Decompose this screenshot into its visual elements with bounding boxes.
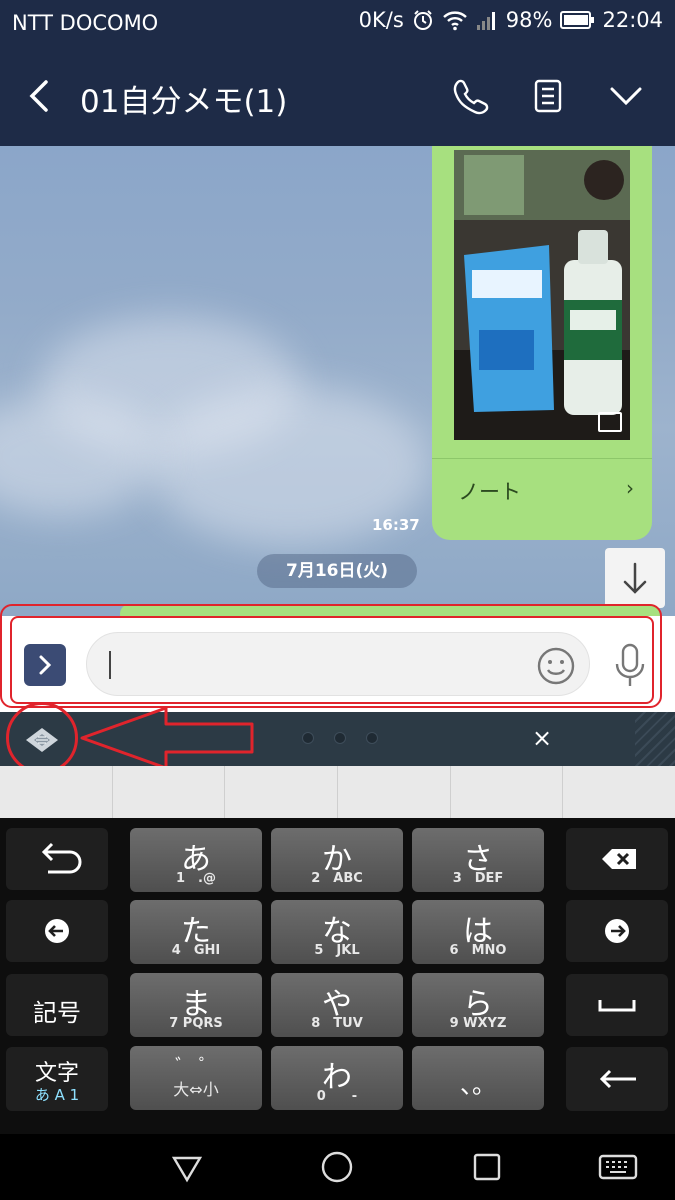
arrow-right-icon xyxy=(605,919,629,943)
recents-square-icon[interactable] xyxy=(470,1150,504,1184)
key-a-sub: 1 .@ xyxy=(176,871,216,886)
chat-area[interactable]: ノート › 16:37 7月16日(火) xyxy=(0,146,675,616)
candidate-slot[interactable] xyxy=(225,766,339,818)
toolbar-decoration xyxy=(635,712,675,766)
key-ya[interactable]: や 8 TUV xyxy=(271,973,403,1037)
note-label[interactable]: ノート xyxy=(458,476,521,506)
signal-icon xyxy=(476,12,495,30)
key-ra[interactable]: ら 9 WXYZ xyxy=(412,973,544,1037)
candidate-slot[interactable] xyxy=(0,766,113,818)
detergent-photo-image xyxy=(454,150,630,440)
key-ya-sub: 8 TUV xyxy=(311,1016,363,1031)
wifi-icon xyxy=(442,11,467,31)
enter-icon xyxy=(599,1069,636,1089)
clock: 22:04 xyxy=(602,8,663,32)
chat-title: 01自分メモ(1) xyxy=(80,84,288,120)
symbols-key-label: 記号 xyxy=(33,999,81,1027)
key-wa[interactable]: わ 0 - xyxy=(271,1046,403,1110)
highlight-box-inner xyxy=(10,616,654,704)
key-wa-sub: 0 - xyxy=(316,1089,358,1104)
page-dot xyxy=(302,732,314,744)
battery-icon xyxy=(560,11,595,29)
note-divider xyxy=(432,458,652,459)
date-separator: 7月16日(火) xyxy=(257,554,417,588)
key-ka[interactable]: か 2 ABC xyxy=(271,828,403,892)
back-arrow-icon[interactable] xyxy=(22,76,56,116)
note-list-icon[interactable] xyxy=(528,76,568,116)
space-key[interactable] xyxy=(566,974,668,1036)
key-ra-sub: 9 WXYZ xyxy=(449,1016,507,1031)
input-mode-label: 文字 xyxy=(34,1061,79,1086)
key-a[interactable]: あ 1 .@ xyxy=(130,828,262,892)
arrow-down-icon xyxy=(623,562,647,594)
battery-percent: 98% xyxy=(505,8,553,32)
status-bar: NTT DOCOMO 0K/s 98% 22:04 xyxy=(0,0,675,46)
message-timestamp: 16:37 xyxy=(372,516,420,534)
back-triangle-icon[interactable] xyxy=(170,1150,204,1184)
scroll-to-bottom-button[interactable] xyxy=(605,548,665,608)
backspace-key[interactable] xyxy=(566,828,668,890)
chat-header: 01自分メモ(1) xyxy=(0,46,675,146)
dakuten-key-top: ゛ ゜ xyxy=(175,1056,217,1077)
key-ha[interactable]: は 6 MNO xyxy=(412,900,544,964)
image-badge-icon xyxy=(598,412,622,432)
punctuation-key[interactable]: 、。 xyxy=(412,1046,544,1110)
key-ma[interactable]: ま 7 PQRS xyxy=(130,973,262,1037)
keyboard-switch-icon[interactable] xyxy=(598,1150,638,1184)
home-circle-icon[interactable] xyxy=(320,1150,354,1184)
close-icon[interactable]: × xyxy=(532,724,552,752)
key-ma-sub: 7 PQRS xyxy=(169,1016,223,1031)
key-sa[interactable]: さ 3 DEF xyxy=(412,828,544,892)
alarm-icon xyxy=(413,10,432,30)
undo-icon xyxy=(41,842,82,874)
space-icon xyxy=(598,1000,636,1012)
key-na[interactable]: な 5 JKL xyxy=(271,900,403,964)
keyboard-page-dots xyxy=(302,732,378,744)
status-indicators: 0K/s 98% 22:04 xyxy=(359,8,663,32)
cursor-left-key[interactable] xyxy=(6,900,108,962)
candidate-bar xyxy=(0,766,675,818)
page-dot xyxy=(334,732,346,744)
chevron-down-icon[interactable] xyxy=(606,76,646,116)
carrier-name: NTT DOCOMO xyxy=(12,11,159,35)
key-ta-sub: 4 GHI xyxy=(171,943,221,958)
key-ka-sub: 2 ABC xyxy=(311,871,363,886)
key-sa-sub: 3 DEF xyxy=(452,871,504,886)
phone-icon[interactable] xyxy=(450,76,490,116)
candidate-slot[interactable] xyxy=(451,766,564,818)
highlight-circle xyxy=(6,702,78,774)
cursor-right-key[interactable] xyxy=(566,900,668,962)
dakuten-key-bottom: 大⇔小 xyxy=(173,1080,219,1099)
candidate-slot[interactable] xyxy=(113,766,226,818)
flick-keyboard: あ 1 .@ か 2 ABC さ 3 DEF た 4 GHI な 5 JKL は… xyxy=(0,818,675,1134)
key-na-sub: 5 JKL xyxy=(314,943,360,958)
arrow-left-icon xyxy=(45,919,69,943)
punctuation-key-label: 、。 xyxy=(460,1071,496,1099)
page-dot xyxy=(366,732,378,744)
undo-key[interactable] xyxy=(6,828,108,890)
network-speed: 0K/s xyxy=(358,8,404,32)
dakuten-key[interactable]: ゛ ゜ 大⇔小 xyxy=(130,1046,262,1110)
chevron-right-icon[interactable]: › xyxy=(626,476,634,500)
annotation-arrow xyxy=(80,706,254,770)
input-mode-key[interactable]: 文字 あ A 1 xyxy=(6,1047,108,1111)
enter-key[interactable] xyxy=(566,1047,668,1111)
system-nav-bar xyxy=(0,1134,675,1200)
candidate-slot[interactable] xyxy=(563,766,675,818)
candidate-slot[interactable] xyxy=(338,766,451,818)
backspace-icon xyxy=(602,849,636,869)
note-message-bubble[interactable]: ノート › xyxy=(432,146,652,540)
key-ha-sub: 6 MNO xyxy=(449,943,507,958)
note-photo[interactable] xyxy=(454,150,630,440)
input-mode-sub: あ A 1 xyxy=(34,1086,80,1104)
key-ta[interactable]: た 4 GHI xyxy=(130,900,262,964)
symbols-key[interactable]: 記号 xyxy=(6,974,108,1036)
